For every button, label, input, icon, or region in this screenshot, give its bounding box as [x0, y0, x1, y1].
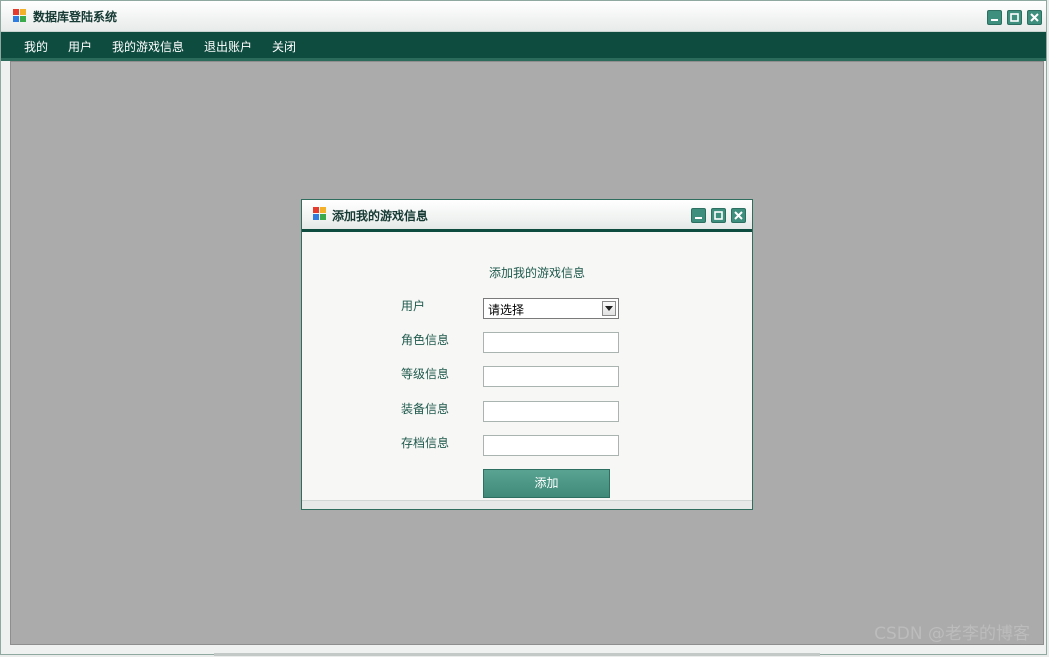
save-data-input[interactable]	[483, 435, 619, 456]
app-icon	[13, 9, 27, 23]
role-input[interactable]	[483, 332, 619, 353]
menu-item-logout[interactable]: 退出账户	[204, 38, 252, 55]
role-label: 角色信息	[401, 333, 450, 347]
user-select[interactable]: 请选择	[483, 298, 619, 319]
user-select-value: 请选择	[488, 303, 525, 317]
menu-item-close[interactable]: 关闭	[272, 38, 296, 55]
menu-item-my-game-info[interactable]: 我的游戏信息	[112, 38, 184, 55]
menu-item-users[interactable]: 用户	[68, 38, 92, 55]
child-titlebar[interactable]: 添加我的游戏信息	[302, 200, 752, 232]
equipment-input[interactable]	[483, 401, 619, 422]
minimize-icon[interactable]	[987, 10, 1002, 25]
form-heading: 添加我的游戏信息	[489, 266, 586, 280]
user-label: 用户	[401, 299, 426, 313]
main-window-title: 数据库登陆系统	[33, 10, 118, 24]
close-icon[interactable]	[1027, 10, 1042, 25]
level-input[interactable]	[483, 366, 619, 387]
child-window-title: 添加我的游戏信息	[332, 209, 429, 223]
chevron-down-icon[interactable]	[602, 301, 616, 316]
watermark: CSDN @老李的博客	[874, 624, 1030, 644]
child-minimize-icon[interactable]	[691, 208, 706, 223]
child-app-icon	[313, 207, 327, 221]
menu-item-mine[interactable]: 我的	[24, 38, 48, 55]
maximize-icon[interactable]	[1007, 10, 1022, 25]
add-button[interactable]: 添加	[483, 469, 610, 498]
equipment-label: 装备信息	[401, 402, 450, 416]
level-label: 等级信息	[401, 367, 450, 381]
child-close-icon[interactable]	[731, 208, 746, 223]
save-data-label: 存档信息	[401, 436, 450, 450]
horizontal-scrollbar[interactable]	[214, 653, 820, 656]
add-game-info-window: 添加我的游戏信息 添加我的游戏信息 用户 请选择 角色信息 等级信息 装备信息 …	[301, 199, 753, 510]
child-status-strip	[302, 500, 752, 509]
main-titlebar[interactable]: 数据库登陆系统	[1, 1, 1046, 32]
menu-bar: 我的 用户 我的游戏信息 退出账户 关闭	[1, 32, 1046, 61]
child-maximize-icon[interactable]	[711, 208, 726, 223]
main-window: 数据库登陆系统 我的 用户 我的游戏信息 退出账户 关闭 添加我的游戏信息 添加…	[0, 0, 1047, 655]
